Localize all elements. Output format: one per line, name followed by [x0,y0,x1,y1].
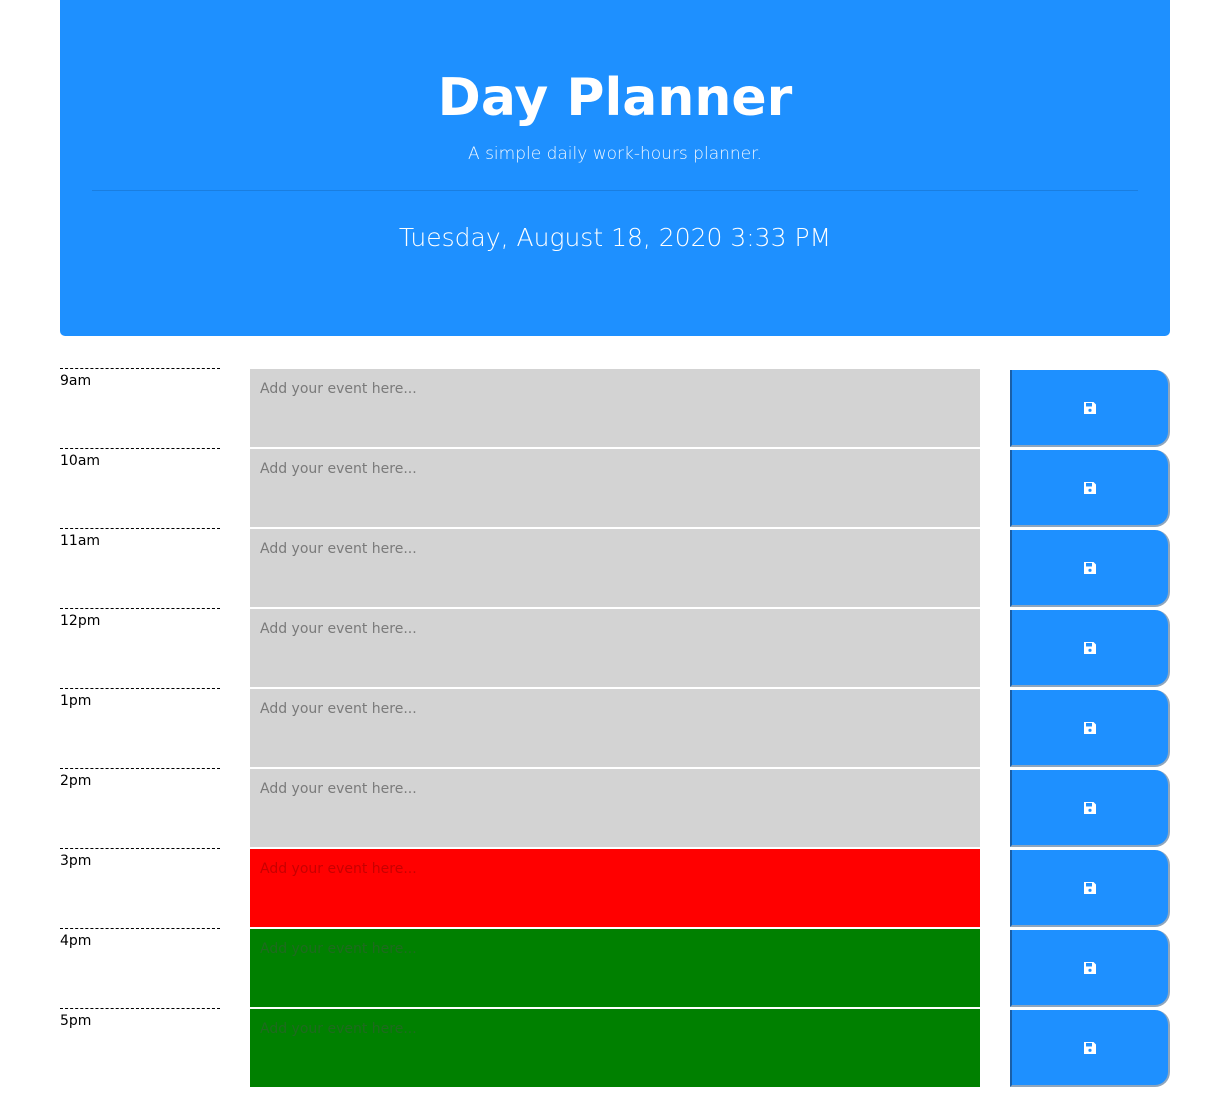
event-input[interactable] [250,369,980,448]
floppy-disk-icon [1084,1041,1096,1054]
floppy-disk-icon [1084,801,1096,814]
save-button[interactable] [1010,690,1170,767]
hour-label: 9am [60,368,220,448]
hour-label: 5pm [60,1008,220,1088]
floppy-disk-icon [1084,881,1096,894]
hour-label: 2pm [60,768,220,848]
save-button[interactable] [1010,370,1170,447]
save-button[interactable] [1010,1010,1170,1087]
floppy-disk-icon [1084,561,1096,574]
header-jumbotron: Day Planner A simple daily work-hours pl… [60,0,1170,336]
hour-label: 12pm [60,608,220,688]
hour-label: 4pm [60,928,220,1008]
floppy-disk-icon [1084,961,1096,974]
event-input[interactable] [250,609,980,688]
event-input[interactable] [250,929,980,1008]
floppy-disk-icon [1084,641,1096,654]
save-button[interactable] [1010,610,1170,687]
time-block-row: 10am [60,448,1170,528]
save-button[interactable] [1010,450,1170,527]
save-button[interactable] [1010,530,1170,607]
floppy-disk-icon [1084,721,1096,734]
event-input[interactable] [250,769,980,848]
time-block-row: 9am [60,368,1170,448]
save-button[interactable] [1010,930,1170,1007]
time-block-row: 2pm [60,768,1170,848]
page-subtitle: A simple daily work-hours planner. [468,144,762,164]
hour-label: 11am [60,528,220,608]
time-block-row: 1pm [60,688,1170,768]
time-block-row: 4pm [60,928,1170,1008]
floppy-disk-icon [1084,481,1096,494]
event-input[interactable] [250,689,980,768]
current-datetime: Tuesday, August 18, 2020 3:33 PM [398,223,832,252]
floppy-disk-icon [1084,401,1096,414]
page-title: Day Planner [437,68,793,128]
save-button[interactable] [1010,850,1170,927]
time-block-row: 5pm [60,1008,1170,1088]
save-button[interactable] [1010,770,1170,847]
event-input[interactable] [250,849,980,928]
hour-label: 1pm [60,688,220,768]
event-input[interactable] [250,1009,980,1088]
hour-label: 10am [60,448,220,528]
time-block-row: 12pm [60,608,1170,688]
time-block-row: 3pm [60,848,1170,928]
hour-label: 3pm [60,848,220,928]
event-input[interactable] [250,529,980,608]
time-block-row: 11am [60,528,1170,608]
event-input[interactable] [250,449,980,528]
header-divider [92,190,1138,191]
timeblocks-container: 9am 10am 11am 12pm 1pm 2pm [60,368,1170,1088]
